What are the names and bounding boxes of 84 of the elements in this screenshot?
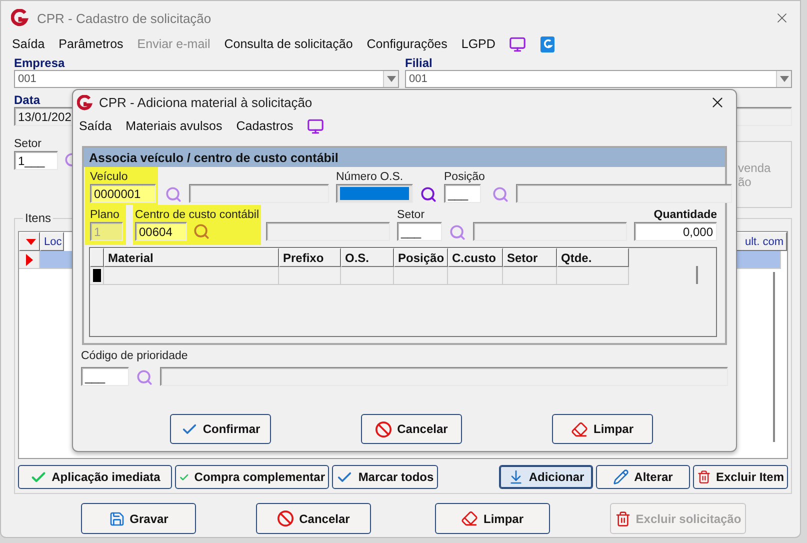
action-button[interactable]: Adicionar [499,465,593,489]
action-button[interactable]: Confirmar [170,414,271,444]
action-button[interactable]: Compra complementar [175,465,329,489]
column-header[interactable]: O.S. [341,248,394,267]
action-button[interactable]: Limpar [435,503,550,534]
priority-field[interactable]: ___ [81,367,129,386]
cost-center-field[interactable]: 00604 [135,222,187,241]
action-button[interactable]: Alterar [596,465,690,489]
dropdown-arrow-icon[interactable] [780,76,788,82]
field-label: Número O.S. [336,171,404,184]
search-icon[interactable] [420,186,437,203]
date-field[interactable]: 13/01/202 [14,107,74,126]
table-cell[interactable] [341,267,394,285]
field-label: Filial [405,57,434,70]
group-title: Itens [23,211,54,225]
table-cell[interactable] [394,267,448,285]
action-button[interactable]: Aplicação imediata [18,465,172,489]
sort-icon[interactable] [19,232,40,251]
save-icon [108,510,125,526]
window-title: CPR - Cadastro de solicitação [37,10,212,26]
action-button[interactable]: Excluir Item [693,465,788,489]
trash-icon [697,469,711,485]
field-label: Veículo [90,171,129,184]
column-header[interactable]: Loc [40,232,64,251]
eraser-icon [571,420,588,438]
trash-icon [614,510,631,526]
dialog-title: CPR - Adiciona material à solicitação [99,95,312,110]
cancel-icon [375,420,392,438]
text-field[interactable] [735,107,792,126]
menu-item[interactable]: Materiais avulsos [126,119,222,133]
table-cell[interactable] [503,267,557,285]
menu-item[interactable]: Saída [12,37,45,51]
field-label: Data [14,94,42,107]
column-header[interactable]: Posição [394,248,448,267]
action-button[interactable]: Gravar [81,503,196,534]
row-pointer-icon [26,254,32,266]
menu-item[interactable]: Saída [79,119,112,133]
quantity-field[interactable]: 0,000 [634,222,718,241]
side-text: ão [738,174,752,188]
company-dropdown[interactable]: 001 [14,70,399,88]
field-label: Empresa [14,57,66,70]
action-button[interactable]: Limpar [552,414,653,444]
table-cell[interactable] [104,267,279,285]
menu-item[interactable]: Cadastros [236,119,294,133]
app-logo-icon [77,94,93,110]
column-header[interactable]: Material [104,248,279,267]
order-number-field[interactable] [336,184,413,203]
cancel-icon [277,510,294,527]
sector-field[interactable]: 1___ [14,151,58,170]
column-header[interactable]: Qtde. [557,248,629,267]
field-label: Setor [397,209,426,222]
field-label: Plano [90,209,120,222]
search-icon[interactable] [193,223,210,240]
position-field[interactable]: ___ [444,184,481,203]
table-cell[interactable] [557,267,629,285]
eraser-icon [461,510,478,527]
menu-item[interactable]: Consulta de solicitação [224,37,353,51]
column-header[interactable]: Prefixo [279,248,341,267]
app-logo-icon [11,9,29,27]
table-cell[interactable] [448,267,503,285]
column-header[interactable]: Setor [503,248,557,267]
table-cell[interactable] [279,267,341,285]
sector-field[interactable]: ___ [397,222,442,241]
field-label: Código de prioridade [81,350,189,363]
menu-item[interactable]: LGPD [461,37,496,51]
action-button[interactable]: Cancelar [256,503,371,534]
action-button[interactable]: Marcar todos [332,465,438,489]
download-icon [508,469,524,485]
dropdown-arrow-icon[interactable] [386,76,396,82]
side-text: venda [738,160,772,174]
monitor-icon[interactable] [307,118,324,134]
menu-item[interactable]: Configurações [366,37,448,51]
field-label: Quantidade [654,209,718,222]
field-label: Centro de custo contábil [135,209,260,222]
vehicle-field[interactable]: 0000001 [90,184,156,203]
field-label: Setor [14,138,42,151]
menu-item[interactable]: Parâmetros [58,37,124,51]
panel-title: Associa veículo / centro de custo contábil [84,148,725,167]
pencil-icon [613,469,630,485]
action-button[interactable]: Cancelar [361,414,462,444]
field-label: Posição [444,171,485,184]
branch-dropdown[interactable]: 001 [405,70,792,88]
column-header[interactable]: C.custo [448,248,503,267]
monitor-icon[interactable] [509,36,526,52]
